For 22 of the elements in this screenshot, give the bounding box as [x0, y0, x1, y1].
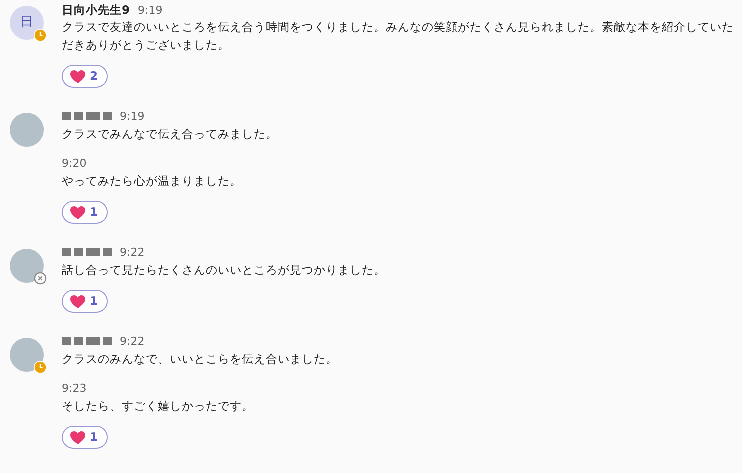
message-text: クラスでみんなで伝え合ってみました。 — [62, 126, 279, 143]
message-text: クラスのみんなで、いいとこらを伝え合いました。 — [62, 351, 339, 368]
message-text: 話し合って見たらたくさんのいいところが見つかりました。 — [62, 262, 387, 279]
heart-reaction[interactable]: 1 — [62, 290, 108, 313]
avatar-initial: 日 — [10, 6, 44, 40]
heart-icon — [70, 294, 86, 308]
message-time: 9:20 — [62, 156, 87, 172]
message-time: 9:19 — [120, 109, 145, 125]
heart-reaction[interactable]: 1 — [62, 426, 108, 449]
message-time: 9:22 — [120, 245, 145, 261]
message-text: そしたら、すごく嬉しかったです。 — [62, 398, 255, 415]
heart-icon — [70, 430, 86, 444]
heart-icon — [70, 206, 86, 220]
message-text: やってみたら心が温まりました。 — [62, 173, 243, 190]
message-time: 9:22 — [120, 334, 145, 350]
message-time: 9:23 — [62, 381, 87, 397]
heart-reaction[interactable]: 1 — [62, 201, 108, 224]
heart-reaction[interactable]: 2 — [62, 65, 108, 88]
author-name: 日向小先生9 — [62, 2, 130, 19]
message-text: クラスで友達のいいところを伝え合う時間をつくりました。みんなの笑顔がたくさん見られました。素敵な本を紹介していただきありがとうございました。 — [62, 19, 734, 54]
message-time: 9:19 — [138, 3, 163, 19]
heart-icon — [70, 70, 86, 84]
